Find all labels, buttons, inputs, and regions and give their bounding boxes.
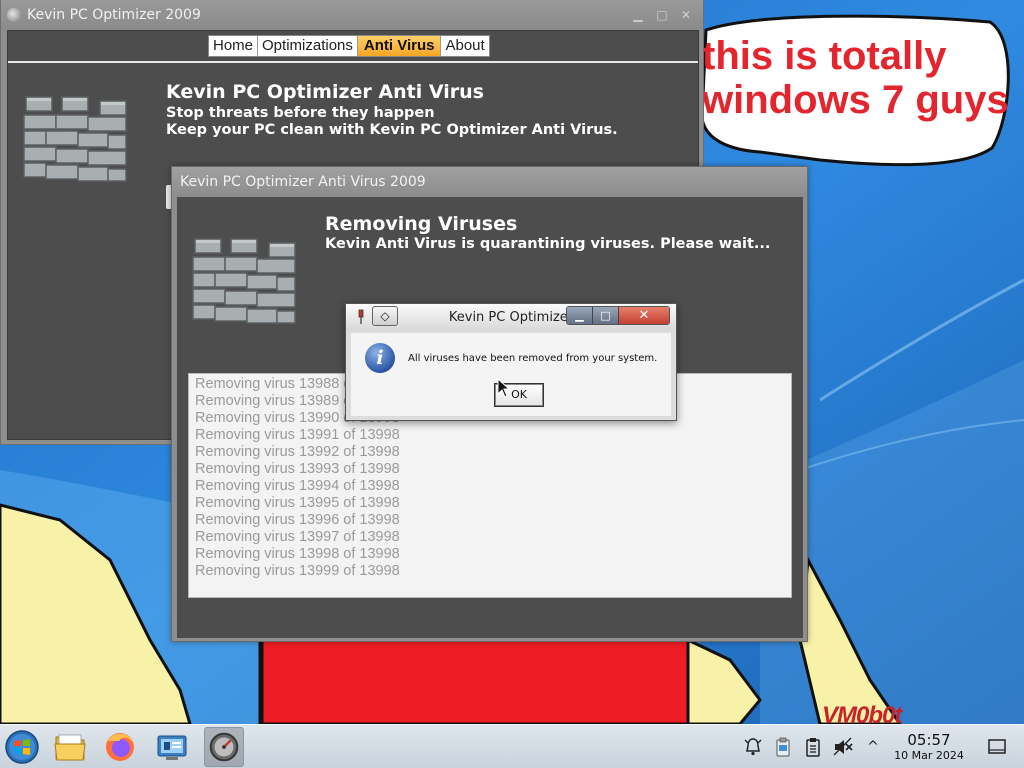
firefox-icon[interactable]	[100, 727, 140, 767]
taskbar: ^ 05:57 10 Mar 2024	[0, 724, 1024, 768]
antivirus-window-titlebar[interactable]: Kevin PC Optimizer Anti Virus 2009	[172, 167, 807, 197]
minimize-icon[interactable]: ▁	[567, 307, 593, 324]
antivirus-window-title: Kevin PC Optimizer Anti Virus 2009	[180, 174, 426, 190]
dialog-body: i All viruses have been removed from you…	[351, 333, 671, 416]
log-line: Removing virus 13997 of 13998	[195, 529, 400, 545]
log-line: Removing virus 13994 of 13998	[195, 478, 400, 494]
minimize-icon[interactable]: ▁	[631, 8, 645, 22]
clipboard-icon[interactable]	[772, 736, 794, 758]
notifications-bell-icon[interactable]	[742, 736, 764, 758]
log-line: Removing virus 13991 of 13998	[195, 427, 400, 443]
tab-anti-virus[interactable]: Anti Virus	[357, 36, 442, 56]
info-icon: i	[365, 343, 395, 373]
close-icon[interactable]: ✕	[679, 8, 693, 22]
main-subtitle-1: Stop threats before they happen	[166, 105, 435, 121]
maximize-icon[interactable]: □	[655, 8, 669, 22]
tab-bar: Home Optimizations Anti Virus About	[208, 35, 490, 57]
clock-time[interactable]: 05:57	[896, 731, 962, 749]
volume-muted-icon[interactable]	[832, 736, 854, 758]
file-manager-icon[interactable]	[50, 727, 90, 767]
tab-about[interactable]: About	[441, 36, 489, 56]
dialog-window-controls: ▁ □ ✕	[566, 306, 670, 325]
dialog-titlebar[interactable]: ◇ Kevin PC Optimizer ▁ □ ✕	[346, 304, 676, 331]
clock-date[interactable]: 10 Mar 2024	[886, 749, 972, 762]
log-line: Removing virus 13998 of 13998	[195, 546, 400, 562]
optimizer-app-icon[interactable]	[204, 727, 244, 767]
removing-viruses-heading: Removing Viruses	[325, 213, 518, 235]
window-app-icon[interactable]	[7, 8, 21, 22]
viruses-removed-dialog[interactable]: ◇ Kevin PC Optimizer ▁ □ ✕ i All viruses…	[345, 303, 677, 421]
artist-signature: VM0b0t	[822, 702, 902, 725]
start-orb-icon[interactable]	[2, 727, 42, 767]
main-heading: Kevin PC Optimizer Anti Virus	[166, 81, 484, 103]
close-icon[interactable]: ✕	[619, 307, 669, 324]
show-hidden-icons-chevron[interactable]: ^	[862, 736, 884, 758]
firewall-brick-wall-icon	[23, 96, 127, 182]
log-line: Removing virus 13996 of 13998	[195, 512, 400, 528]
log-line: Removing virus 13992 of 13998	[195, 444, 400, 460]
mouse-cursor-icon	[497, 378, 511, 398]
bubble-text-line1: this is totally	[702, 34, 947, 78]
log-line: Removing virus 13999 of 13998	[195, 563, 400, 579]
bubble-text-line2: windows 7 guys	[702, 78, 1009, 122]
tab-divider	[8, 61, 698, 63]
log-line: Removing virus 13995 of 13998	[195, 495, 400, 511]
tab-home[interactable]: Home	[209, 36, 259, 56]
main-subtitle-2: Keep your PC clean with Kevin PC Optimiz…	[166, 122, 618, 138]
system-settings-icon[interactable]	[152, 727, 192, 767]
dialog-message: All viruses have been removed from your …	[408, 353, 658, 364]
task-manager-icon[interactable]	[802, 736, 824, 758]
firewall-brick-wall-icon	[192, 238, 296, 324]
show-desktop-icon[interactable]	[986, 736, 1008, 758]
maximize-icon[interactable]: □	[593, 307, 619, 324]
removing-viruses-subtitle: Kevin Anti Virus is quarantining viruses…	[325, 236, 771, 252]
tab-optimizations[interactable]: Optimizations	[258, 36, 358, 56]
log-line: Removing virus 13993 of 13998	[195, 461, 400, 477]
main-window-titlebar[interactable]: Kevin PC Optimizer 2009 ▁ □ ✕	[1, 0, 703, 30]
main-window-title: Kevin PC Optimizer 2009	[27, 7, 201, 23]
